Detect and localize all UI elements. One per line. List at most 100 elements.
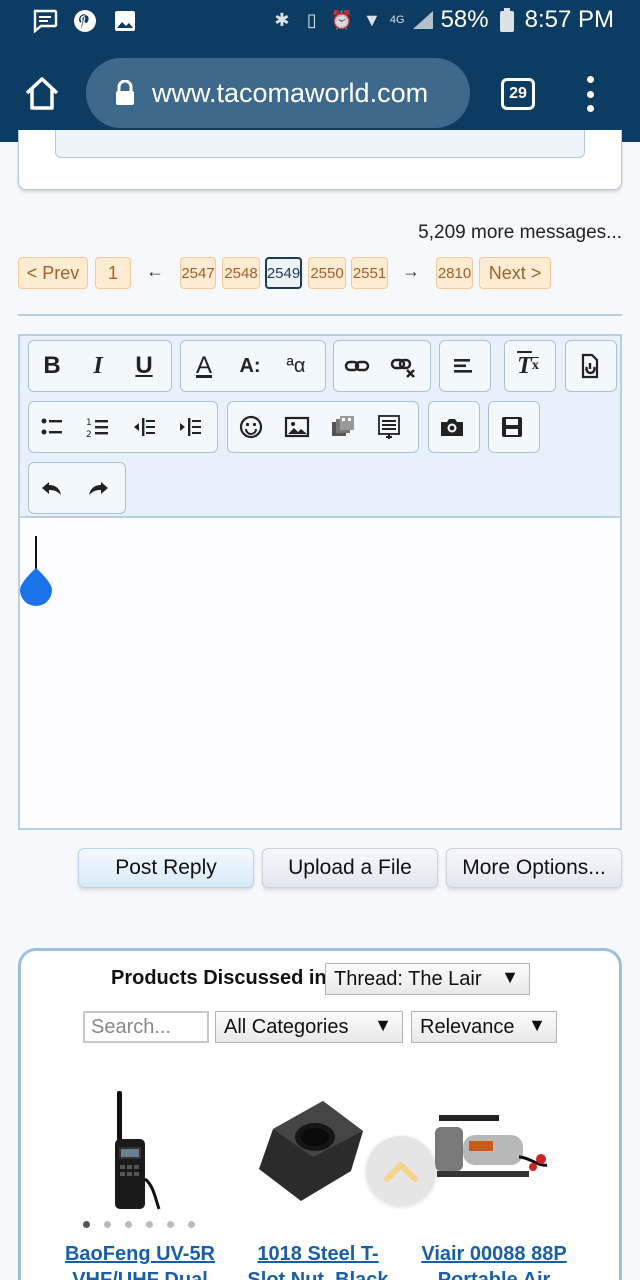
- products-panel: Products Discussed in Thread: The Lair ▼…: [18, 948, 622, 1280]
- clock: 8:57 PM: [524, 6, 614, 33]
- product-search-input[interactable]: Search...: [83, 1011, 209, 1043]
- tab-switcher-button[interactable]: 29: [501, 78, 535, 110]
- upload-file-button[interactable]: Upload a File: [262, 848, 438, 888]
- page-button[interactable]: 2550: [308, 257, 346, 289]
- t-slot-nut-product-image[interactable]: [253, 1089, 381, 1215]
- image-icon[interactable]: [274, 402, 320, 452]
- save-draft-icon[interactable]: [489, 402, 535, 452]
- carousel-dot[interactable]: [104, 1221, 111, 1228]
- text-color-icon[interactable]: A: [181, 341, 227, 391]
- outdent-icon[interactable]: [121, 402, 167, 452]
- product-link[interactable]: 1018 Steel T- Slot Nut, Black: [235, 1241, 401, 1280]
- products-title: Products Discussed in: [111, 967, 327, 989]
- bullet-list-icon[interactable]: [29, 402, 75, 452]
- post-reply-button[interactable]: Post Reply: [78, 848, 254, 888]
- network-type: 4G: [389, 14, 405, 26]
- previous-post: [18, 130, 622, 190]
- gallery-icon: [112, 8, 138, 34]
- more-options-button[interactable]: More Options...: [446, 848, 622, 888]
- carousel-dot[interactable]: [167, 1221, 174, 1228]
- category-select[interactable]: All Categories ▼: [215, 1011, 403, 1043]
- status-bar: ✱ ▯ ⏰ ▼ 4G 58% 8:57 PM: [0, 0, 640, 44]
- align-group: [439, 340, 491, 392]
- format-group: B I U: [28, 340, 172, 392]
- cursor-handle-icon[interactable]: [18, 566, 54, 606]
- indent-icon[interactable]: [167, 402, 213, 452]
- draft-group: [488, 401, 540, 453]
- sort-select-value: Relevance: [420, 1015, 515, 1038]
- address-bar[interactable]: www.tacomaworld.com: [86, 58, 470, 128]
- underline-icon[interactable]: U: [121, 341, 167, 391]
- page-button[interactable]: 2551: [351, 257, 388, 289]
- editor-content[interactable]: [20, 520, 620, 828]
- dropdown-icon: ▼: [501, 967, 519, 987]
- home-icon[interactable]: [22, 74, 62, 114]
- product-name-line: 1018 Steel T-: [257, 1243, 379, 1265]
- smilie-icon[interactable]: [228, 402, 274, 452]
- alarm-icon: ⏰: [330, 9, 354, 30]
- message-icon: [32, 8, 58, 34]
- bbcode-group: [565, 340, 617, 392]
- undo-icon[interactable]: [29, 463, 75, 513]
- signal-icon: [411, 6, 435, 34]
- media-icon[interactable]: [320, 402, 366, 452]
- unlink-icon[interactable]: [380, 341, 426, 391]
- page-button[interactable]: 2548: [222, 257, 260, 289]
- ellipsis-right[interactable]: →: [402, 261, 420, 282]
- page-button[interactable]: 2547: [180, 257, 216, 289]
- product-link[interactable]: BaoFeng UV-5R VHF/UHF Dual: [51, 1241, 229, 1280]
- history-group: [28, 462, 126, 514]
- camera-icon[interactable]: [429, 402, 475, 452]
- numbered-list-icon[interactable]: 12: [75, 402, 121, 452]
- carousel-dot[interactable]: [188, 1221, 195, 1228]
- battery-icon: [495, 6, 519, 34]
- radio-product-image[interactable]: [111, 1089, 169, 1215]
- browser-toolbar: www.tacomaworld.com 29: [0, 44, 640, 142]
- text-caret: [35, 536, 37, 570]
- ellipsis-left[interactable]: ←: [146, 261, 164, 282]
- list-group: 12: [28, 401, 218, 453]
- italic-icon[interactable]: I: [75, 341, 121, 391]
- page-1-button[interactable]: 1: [95, 257, 131, 289]
- product-name-line: Portable Air: [437, 1269, 551, 1280]
- thread-select[interactable]: Thread: The Lair ▼: [325, 963, 530, 995]
- product-link[interactable]: Viair 00088 88P Portable Air: [407, 1241, 581, 1280]
- dropdown-icon: ▼: [374, 1015, 392, 1035]
- thread-select-value: Thread: The Lair: [334, 967, 482, 990]
- product-name-line: VHF/UHF Dual: [72, 1269, 208, 1280]
- menu-icon[interactable]: [580, 76, 600, 112]
- carousel-dot[interactable]: [125, 1221, 132, 1228]
- category-select-value: All Categories: [224, 1015, 349, 1038]
- align-icon[interactable]: [440, 341, 486, 391]
- reply-editor: B I U A A: ªα Tx 12: [18, 334, 622, 830]
- link-icon[interactable]: [334, 341, 380, 391]
- remove-format-icon[interactable]: Tx: [505, 341, 551, 391]
- editor-toolbar: B I U A A: ªα Tx 12: [20, 336, 620, 518]
- url-text: www.tacomaworld.com: [152, 77, 429, 108]
- quote-icon[interactable]: [366, 402, 412, 452]
- product-name-line: Slot Nut, Black: [247, 1269, 389, 1280]
- last-page-button[interactable]: 2810: [436, 257, 473, 289]
- product-name-line: BaoFeng UV-5R: [64, 1243, 216, 1265]
- battery-percent: 58%: [440, 6, 489, 33]
- chevron-up-icon: [384, 1162, 418, 1182]
- toggle-bbcode-icon[interactable]: [566, 341, 612, 391]
- more-messages: 5,209 more messages...: [418, 222, 622, 243]
- font-family-icon[interactable]: ªα: [273, 341, 319, 391]
- wifi-icon: ▼: [362, 9, 381, 30]
- text-style-group: A A: ªα: [180, 340, 326, 392]
- carousel-dot[interactable]: [83, 1221, 90, 1228]
- sort-select[interactable]: Relevance ▼: [411, 1011, 557, 1043]
- remove-format-group: Tx: [504, 340, 556, 392]
- scroll-to-top-button[interactable]: [366, 1136, 436, 1206]
- carousel-dot[interactable]: [146, 1221, 153, 1228]
- vibrate-icon: ▯: [306, 9, 317, 30]
- redo-icon[interactable]: [75, 463, 121, 513]
- font-size-icon[interactable]: A:: [227, 341, 273, 391]
- next-page-button[interactable]: Next >: [479, 257, 551, 289]
- svg-text:2: 2: [86, 430, 92, 440]
- air-compressor-product-image[interactable]: [429, 1107, 555, 1193]
- bold-icon[interactable]: B: [29, 341, 75, 391]
- svg-text:1: 1: [86, 418, 92, 428]
- prev-page-button[interactable]: < Prev: [18, 257, 88, 289]
